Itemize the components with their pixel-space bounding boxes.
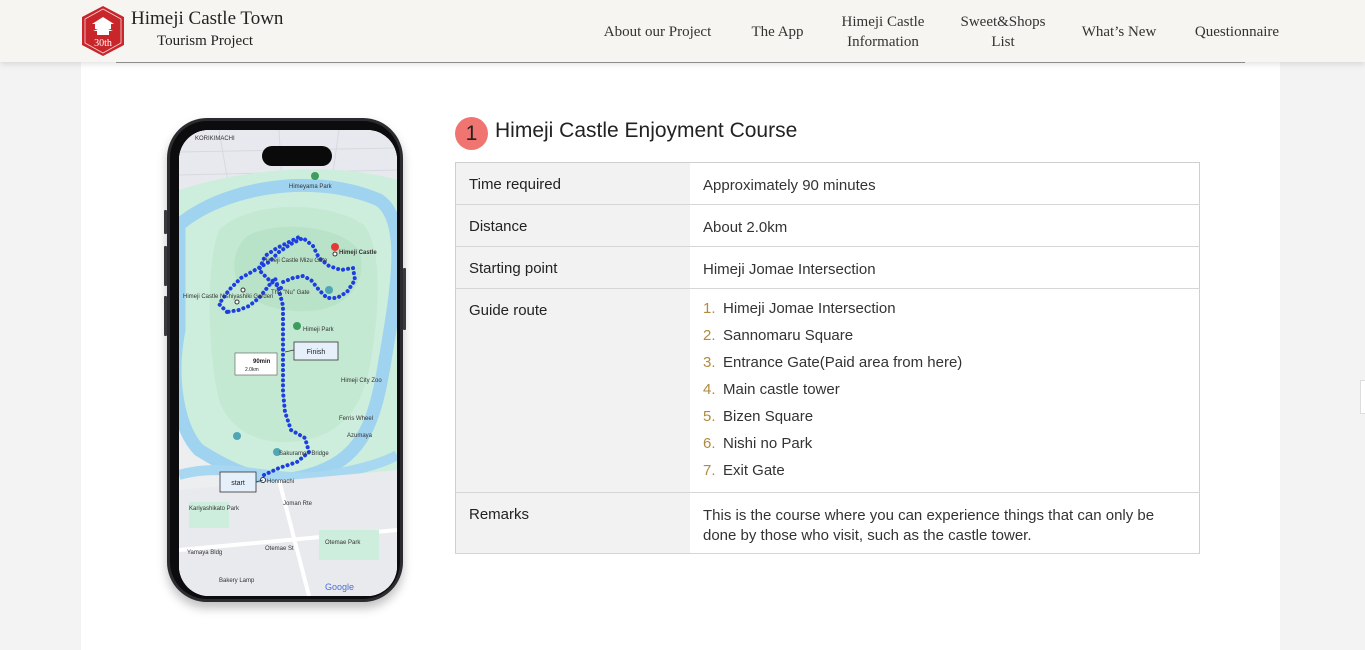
row-value-distance: About 2.0km	[690, 204, 1200, 247]
list-item: 2. Sannomaru Square	[703, 327, 854, 344]
table-row: Remarks This is the course where you can…	[455, 492, 1200, 554]
svg-text:Kariyashikato Park: Kariyashikato Park	[189, 506, 240, 512]
svg-text:Otemae Park: Otemae Park	[325, 540, 361, 546]
svg-text:Yamaya Bldg: Yamaya Bldg	[187, 550, 222, 556]
divider	[116, 62, 1245, 63]
svg-text:2.0km: 2.0km	[245, 367, 259, 373]
nav-sweets-shops[interactable]: Sweet&Shops List	[951, 12, 1055, 52]
brand-title[interactable]: Himeji Castle Town	[131, 8, 283, 30]
phone-side-button	[164, 210, 167, 234]
row-label-remarks: Remarks	[455, 492, 690, 554]
route-map-illustration: KORIKIMACHI Himeyama Park Himeji Castle …	[179, 130, 397, 596]
svg-text:90min: 90min	[253, 359, 271, 365]
row-value-time: Approximately 90 minutes	[690, 162, 1200, 205]
svg-text:Himeji Castle Nishiyashiki Gar: Himeji Castle Nishiyashiki Garden	[183, 294, 273, 300]
table-row: Guide route 1. Himeji Jomae Intersection …	[455, 288, 1200, 493]
phone-side-button	[403, 268, 406, 330]
svg-text:Otemae St: Otemae St	[265, 546, 294, 552]
row-value-remarks: This is the course where you can experie…	[690, 492, 1200, 554]
svg-text:Sakuramon Bridge: Sakuramon Bridge	[279, 451, 329, 457]
guide-route-list: 1. Himeji Jomae Intersection 2. Sannomaru …	[703, 300, 1186, 491]
dynamic-island	[262, 146, 332, 166]
phone-side-button	[164, 296, 167, 336]
table-row: Starting point Himeji Jomae Intersection	[455, 246, 1200, 289]
svg-text:Himeji City Zoo: Himeji City Zoo	[341, 378, 382, 384]
list-item: 4. Main castle tower	[703, 381, 840, 398]
list-item: 5. Bizen Square	[703, 408, 814, 425]
castle-logo-icon[interactable]: 30th	[80, 5, 126, 57]
svg-text:Himeji Park: Himeji Park	[303, 327, 335, 333]
table-row: Time required Approximately 90 minutes	[455, 162, 1200, 205]
svg-text:Himeyama Park: Himeyama Park	[289, 184, 333, 190]
row-label-distance: Distance	[455, 204, 690, 247]
svg-text:Himeji Castle: Himeji Castle	[339, 250, 377, 256]
list-item: 3. Entrance Gate(Paid area from here)	[703, 354, 963, 371]
table-row: Distance About 2.0km	[455, 204, 1200, 247]
svg-text:Bakery Lamp: Bakery Lamp	[219, 578, 255, 584]
svg-text:Azumaya: Azumaya	[347, 433, 373, 439]
svg-text:Honmachi: Honmachi	[267, 479, 294, 485]
nav-castle-information[interactable]: Himeji Castle Information	[830, 12, 936, 52]
list-item: 1. Himeji Jomae Intersection	[703, 300, 896, 317]
svg-text:Joman Rte: Joman Rte	[283, 501, 313, 507]
phone-frame: KORIKIMACHI Himeyama Park Himeji Castle …	[170, 121, 400, 599]
course-title: Himeji Castle Enjoyment Course	[495, 119, 798, 142]
nav-whats-new[interactable]: What’s New	[1070, 12, 1168, 52]
brand-subtitle[interactable]: Tourism Project	[157, 33, 253, 50]
svg-text:Ferris Wheel: Ferris Wheel	[339, 416, 373, 422]
nav-questionnaire[interactable]: Questionnaire	[1181, 12, 1293, 52]
site-header: 30th Himeji Castle Town Tourism Project …	[0, 0, 1365, 62]
svg-text:Finish: Finish	[307, 349, 326, 356]
svg-text:The "Nu" Gate: The "Nu" Gate	[271, 290, 310, 296]
phone-mockup: KORIKIMACHI Himeyama Park Himeji Castle …	[164, 118, 406, 602]
svg-text:Himeji Castle Mizu Gate: Himeji Castle Mizu Gate	[263, 258, 328, 264]
route-map: KORIKIMACHI Himeyama Park Himeji Castle …	[179, 130, 397, 596]
nav-the-app[interactable]: The App	[740, 12, 815, 52]
scroll-handle[interactable]	[1360, 380, 1365, 414]
svg-text:Google: Google	[325, 582, 354, 592]
phone-side-button	[164, 246, 167, 286]
nav-about-project[interactable]: About our Project	[590, 12, 725, 52]
course-info-table: Time required Approximately 90 minutes D…	[455, 162, 1200, 554]
svg-text:KORIKIMACHI: KORIKIMACHI	[195, 136, 235, 142]
row-value-route: 1. Himeji Jomae Intersection 2. Sannomaru …	[690, 288, 1200, 493]
row-value-start: Himeji Jomae Intersection	[690, 246, 1200, 289]
svg-text:30th: 30th	[94, 38, 112, 49]
row-label-start: Starting point	[455, 246, 690, 289]
svg-text:start: start	[231, 480, 245, 487]
list-item: 7. Exit Gate	[703, 462, 785, 479]
row-label-time: Time required	[455, 162, 690, 205]
row-label-route: Guide route	[455, 288, 690, 493]
course-number-badge: 1	[455, 117, 488, 150]
list-item: 6. Nishi no Park	[703, 435, 813, 452]
